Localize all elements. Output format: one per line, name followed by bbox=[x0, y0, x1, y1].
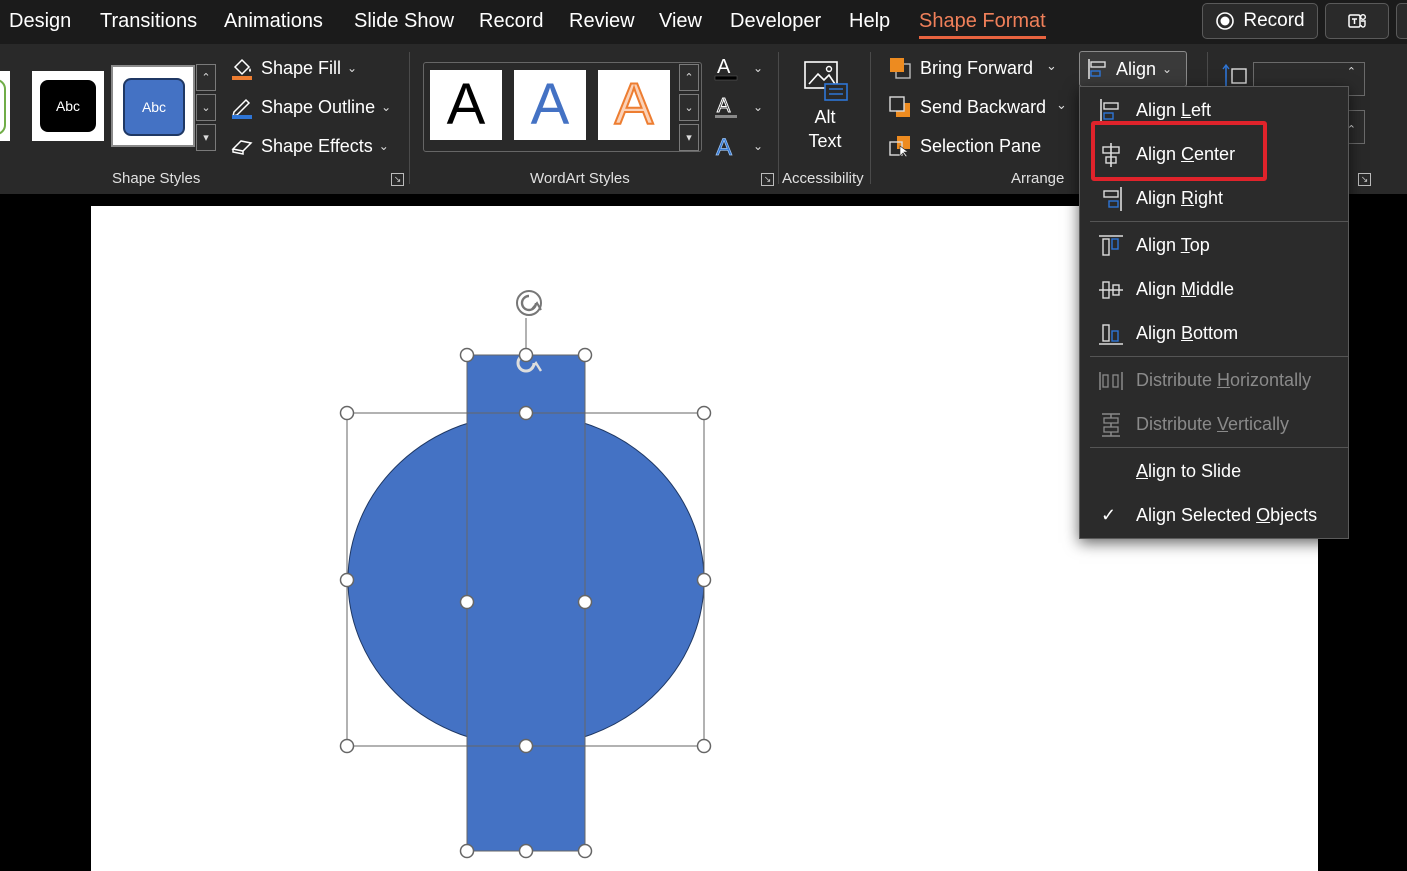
align-right-icon bbox=[1103, 187, 1122, 211]
resize-handle[interactable] bbox=[518, 738, 534, 754]
menu-item-align-top[interactable]: Align Top bbox=[1080, 224, 1348, 266]
resize-handle[interactable] bbox=[696, 572, 712, 588]
resize-handle[interactable] bbox=[339, 405, 355, 421]
rotate-handle-icon[interactable] bbox=[516, 290, 542, 316]
resize-handle[interactable] bbox=[696, 405, 712, 421]
resize-handle[interactable] bbox=[518, 843, 534, 859]
resize-handle[interactable] bbox=[577, 843, 593, 859]
resize-handle[interactable] bbox=[339, 572, 355, 588]
menu-item-label: Distribute Vertically bbox=[1136, 413, 1290, 434]
menu-item-distribute-horizontally: Distribute Horizontally bbox=[1080, 359, 1348, 401]
checkmark-icon: ✓ bbox=[1101, 504, 1117, 525]
menu-separator bbox=[1090, 447, 1348, 448]
rectangle-shape[interactable] bbox=[466, 354, 586, 852]
resize-handle[interactable] bbox=[339, 738, 355, 754]
distribute-vertically-icon bbox=[1102, 413, 1120, 437]
resize-handle[interactable] bbox=[518, 347, 534, 363]
menu-item-align-middle[interactable]: Align Middle bbox=[1080, 268, 1348, 310]
distribute-horizontally-icon bbox=[1099, 372, 1123, 390]
resize-handle[interactable] bbox=[577, 347, 593, 363]
menu-item-align-right[interactable]: Align Right bbox=[1080, 177, 1348, 219]
menu-separator bbox=[1090, 356, 1348, 357]
resize-handle[interactable] bbox=[459, 594, 475, 610]
menu-item-label: Align Middle bbox=[1136, 278, 1235, 299]
menu-item-label: Align Left bbox=[1136, 99, 1212, 120]
align-top-icon bbox=[1099, 235, 1123, 256]
resize-handle[interactable] bbox=[459, 347, 475, 363]
resize-handle[interactable] bbox=[577, 594, 593, 610]
resize-handle[interactable] bbox=[518, 405, 534, 421]
menu-item-align-selected-objects[interactable]: ✓ Align Selected Objects bbox=[1080, 494, 1348, 536]
align-middle-icon bbox=[1099, 281, 1123, 299]
menu-item-label: Align Bottom bbox=[1136, 322, 1239, 343]
menu-item-align-bottom[interactable]: Align Bottom bbox=[1080, 312, 1348, 354]
resize-handle[interactable] bbox=[696, 738, 712, 754]
menu-item-align-to-slide[interactable]: Align to Slide bbox=[1080, 450, 1348, 492]
highlight-annotation-box bbox=[1091, 121, 1267, 181]
menu-item-label: Distribute Horizontally bbox=[1136, 369, 1312, 390]
align-bottom-icon bbox=[1099, 324, 1123, 345]
menu-item-label: Align Top bbox=[1136, 234, 1210, 255]
menu-item-label: Align Selected Objects bbox=[1136, 504, 1318, 525]
menu-item-label: Align to Slide bbox=[1136, 460, 1242, 481]
menu-separator bbox=[1090, 221, 1348, 222]
menu-item-distribute-vertically: Distribute Vertically bbox=[1080, 403, 1348, 445]
resize-handle[interactable] bbox=[459, 843, 475, 859]
menu-item-label: Align Right bbox=[1136, 187, 1224, 208]
